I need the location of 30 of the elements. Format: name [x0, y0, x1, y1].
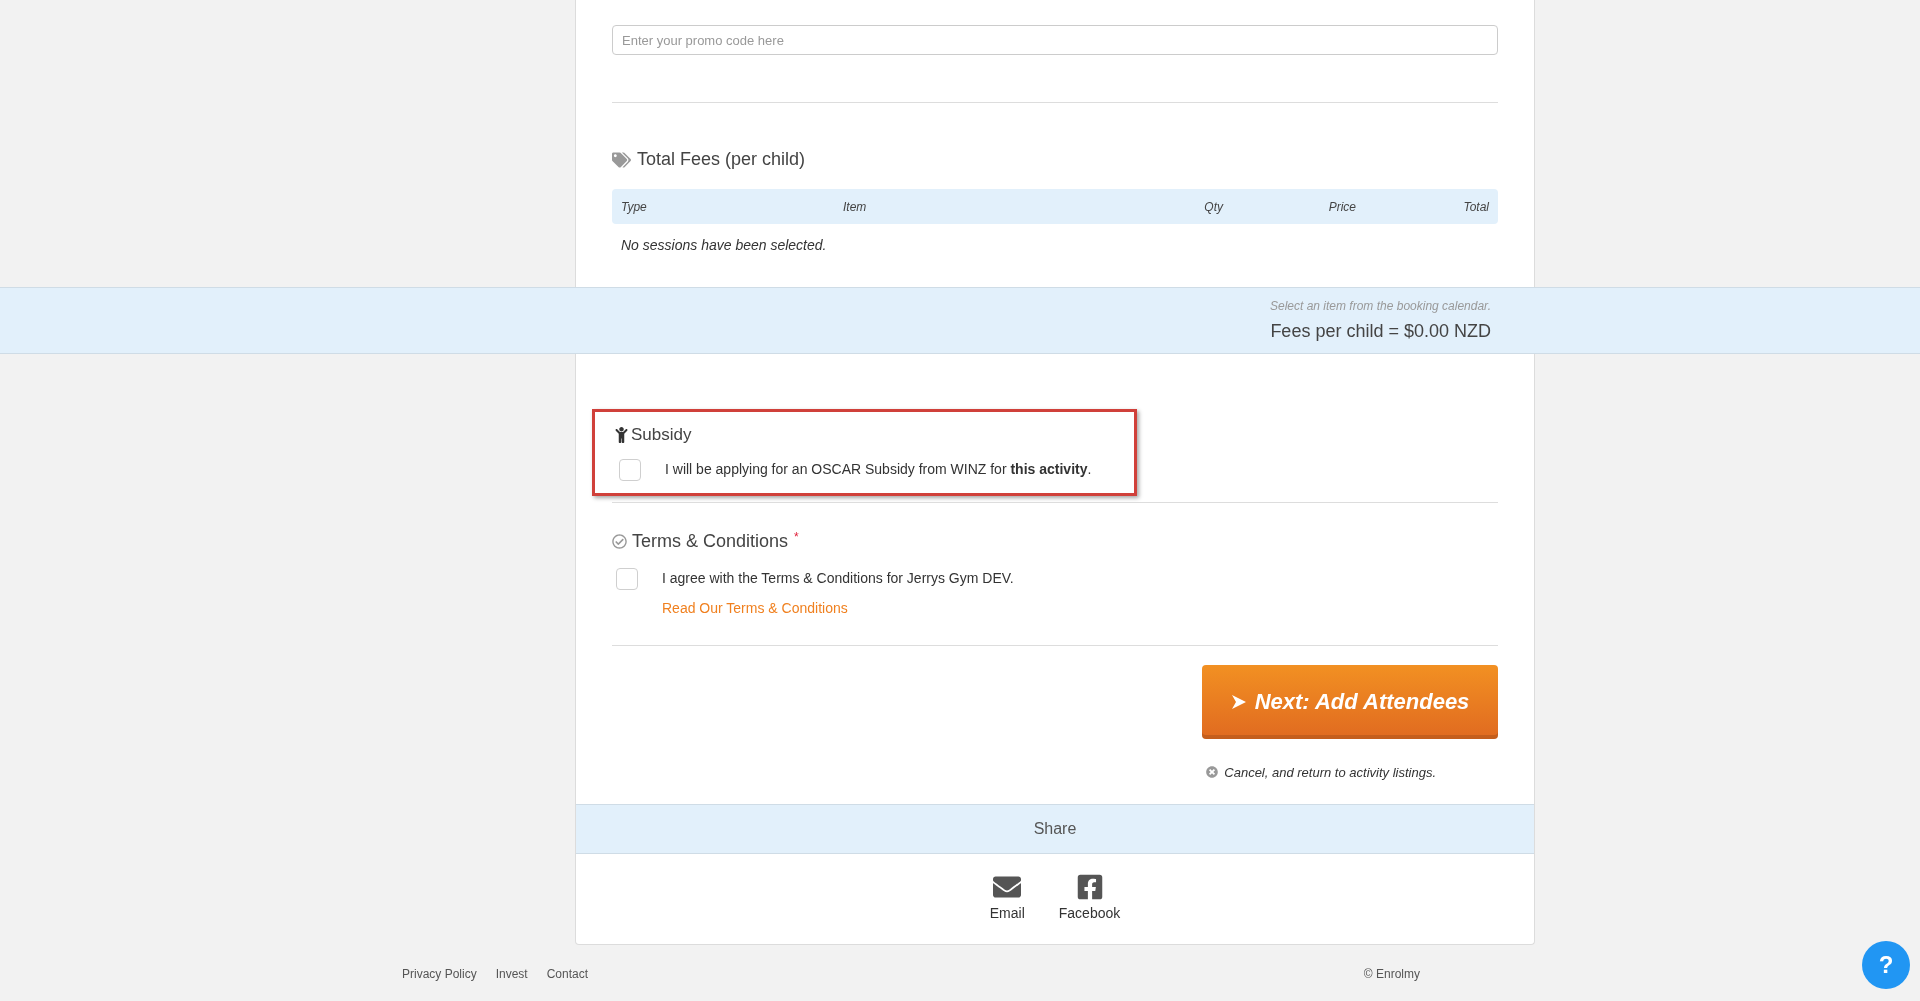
share-link[interactable]: Email	[989, 873, 1025, 924]
promo-code-field[interactable]: Enter your promo code here	[612, 25, 1498, 55]
section-title: Terms & Conditions	[632, 529, 789, 553]
share-link[interactable]: Facebook	[1058, 873, 1121, 924]
footer-link[interactable]: Contact	[546, 965, 589, 983]
cancel-link[interactable]: Cancel, and return to activity listings.	[1224, 762, 1436, 782]
empty-message: No sessions have been selected.	[621, 237, 827, 253]
cancel-icon	[1206, 766, 1219, 779]
section-title: Total Fees (per child)	[637, 148, 806, 171]
fees-total: Fees per child = $0.00 NZD	[1270, 319, 1491, 343]
copyright-text: © Enrolmy	[1363, 966, 1420, 983]
column-header: Type	[621, 198, 647, 216]
tags-icon	[612, 151, 631, 168]
column-header: Price	[1328, 198, 1356, 216]
checkbox[interactable]	[616, 567, 638, 590]
column-header: Total	[1463, 198, 1489, 216]
share-title: Share	[1033, 819, 1077, 839]
column-header: Qty	[1204, 198, 1223, 216]
footer-link[interactable]: Invest	[495, 965, 528, 983]
footer-link[interactable]: Privacy Policy	[402, 965, 477, 983]
checkbox[interactable]	[619, 458, 641, 481]
arrow-icon	[1230, 693, 1247, 710]
hint-text: Select an item from the booking calendar.	[1270, 297, 1491, 315]
section-title: Subsidy	[631, 424, 692, 446]
facebook-icon	[1075, 873, 1104, 901]
column-header: Item	[843, 198, 867, 216]
required-mark: *	[794, 528, 799, 546]
checkbox-label: I will be applying for an OSCAR Subsidy from WINZ for this activity.	[665, 460, 1092, 479]
checkbox-label: I agree with the Terms & Conditions for Jerrys Gym DEV.	[662, 569, 1014, 588]
child-icon	[615, 426, 628, 443]
